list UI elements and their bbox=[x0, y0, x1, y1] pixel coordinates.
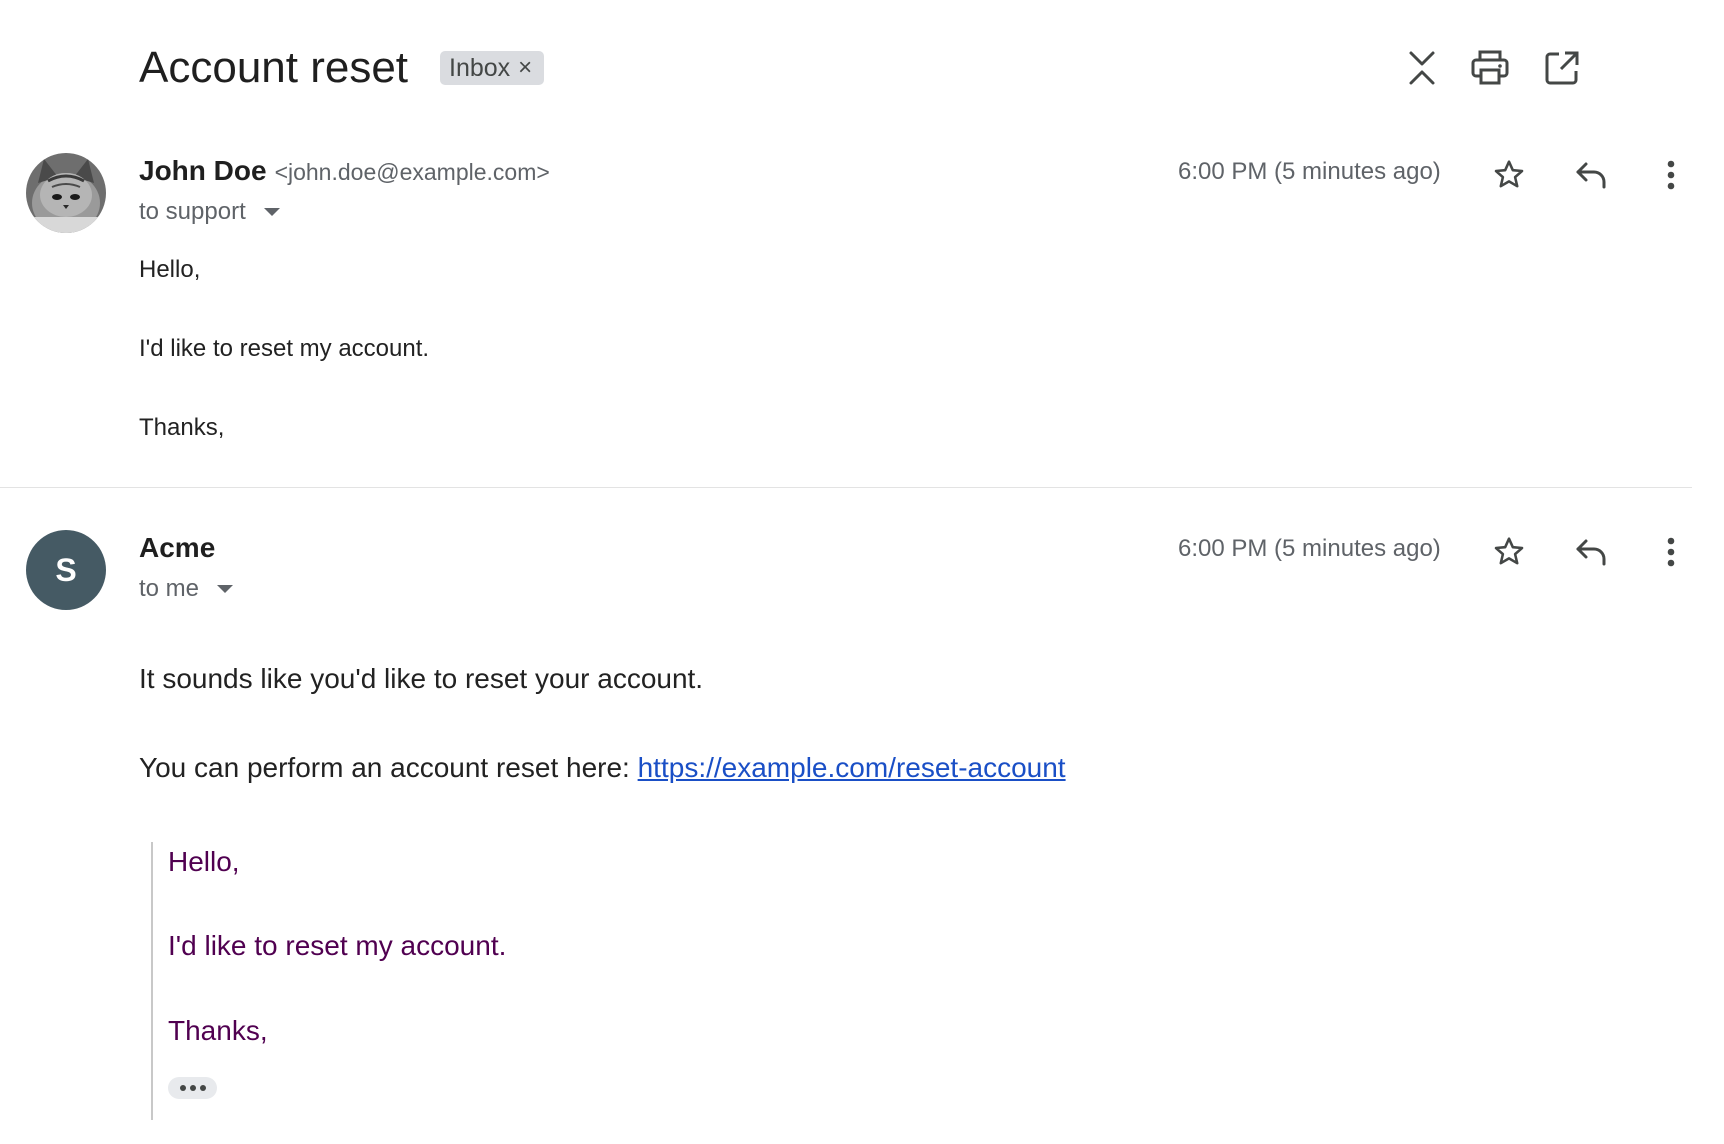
quoted-line: Thanks, bbox=[168, 1015, 268, 1046]
message-body-line: I'd like to reset my account. bbox=[139, 335, 430, 362]
star-icon[interactable] bbox=[1484, 150, 1534, 200]
message-body-line: You can perform an account reset here: h… bbox=[139, 752, 1066, 784]
quote-bar bbox=[151, 842, 153, 1120]
sender-line: John Doe <john.doe@example.com> bbox=[139, 155, 550, 187]
thread-subject: Account reset bbox=[139, 43, 409, 92]
label-text: Inbox bbox=[449, 53, 511, 82]
kitten-photo-icon bbox=[26, 153, 106, 233]
sender-name[interactable]: John Doe bbox=[139, 155, 267, 187]
ellipsis-dot bbox=[179, 1085, 186, 1091]
reply-icon[interactable] bbox=[1566, 527, 1616, 577]
message-divider bbox=[0, 487, 1692, 488]
message-body-line: Hello, bbox=[139, 256, 201, 283]
body-text-prefix: You can perform an account reset here: bbox=[139, 752, 638, 783]
reply-icon[interactable] bbox=[1566, 150, 1616, 200]
message-timestamp[interactable]: 6:00 PM (5 minutes ago) bbox=[1178, 535, 1441, 563]
more-options-icon[interactable] bbox=[1646, 527, 1696, 577]
remove-label-icon[interactable]: × bbox=[518, 56, 532, 80]
message-body-line: Thanks, bbox=[139, 414, 225, 441]
message-body-line: It sounds like you'd like to reset your … bbox=[139, 663, 704, 694]
chevron-down-icon bbox=[263, 208, 280, 216]
quoted-line: Hello, bbox=[168, 846, 240, 877]
sender-name[interactable]: Acme bbox=[139, 532, 215, 564]
star-icon[interactable] bbox=[1484, 527, 1534, 577]
recipients-toggle[interactable]: to me bbox=[139, 575, 234, 603]
avatar[interactable]: S bbox=[26, 530, 106, 610]
recipients-text: to support bbox=[139, 198, 246, 225]
avatar[interactable] bbox=[26, 153, 106, 233]
open-in-new-window-icon[interactable] bbox=[1538, 44, 1586, 92]
sender-email: <john.doe@example.com> bbox=[274, 159, 550, 185]
quoted-line: I'd like to reset my account. bbox=[168, 930, 507, 961]
more-options-icon[interactable] bbox=[1646, 150, 1696, 200]
reset-account-link[interactable]: https://example.com/reset-account bbox=[638, 752, 1066, 783]
show-trimmed-content-button[interactable] bbox=[168, 1077, 217, 1099]
ellipsis-dot bbox=[199, 1085, 206, 1091]
recipients-text: to me bbox=[139, 575, 200, 602]
print-icon[interactable] bbox=[1466, 44, 1514, 92]
collapse-all-icon[interactable] bbox=[1398, 44, 1446, 92]
chevron-down-icon bbox=[217, 585, 234, 593]
message-timestamp[interactable]: 6:00 PM (5 minutes ago) bbox=[1178, 158, 1441, 186]
recipients-toggle[interactable]: to support bbox=[139, 198, 280, 226]
inbox-label-chip[interactable]: Inbox × bbox=[440, 51, 545, 85]
ellipsis-dot bbox=[189, 1085, 196, 1091]
